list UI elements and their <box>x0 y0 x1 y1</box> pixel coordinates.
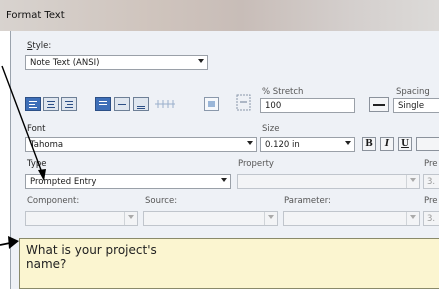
valign-top-button[interactable] <box>95 97 111 111</box>
size-value: 0.120 in <box>265 140 300 150</box>
justify-icon[interactable] <box>152 97 178 111</box>
component-dropdown[interactable] <box>25 211 138 226</box>
spacing-line-icon[interactable] <box>369 97 389 112</box>
font-label: Font <box>27 124 46 134</box>
italic-button[interactable]: I <box>380 137 394 151</box>
note-text-area[interactable]: What is your project's name? <box>19 238 439 289</box>
source-dropdown[interactable] <box>143 211 278 226</box>
precision-dropdown-2[interactable]: 3. <box>423 211 439 226</box>
chevron-down-icon <box>268 215 274 219</box>
stretch-input[interactable]: 100 <box>260 98 355 113</box>
style-value: Note Text (ANSI) <box>30 58 100 68</box>
source-label: Source: <box>145 196 178 206</box>
valign-bottom-button[interactable] <box>133 97 149 111</box>
style-dropdown[interactable]: Note Text (ANSI) <box>25 55 208 70</box>
component-label: Component: <box>27 196 80 206</box>
spacing-label: Spacing <box>396 87 430 97</box>
align-center-button[interactable] <box>43 97 59 111</box>
stretch-label: % Stretch <box>262 87 304 97</box>
window-title: Format Text <box>6 10 65 21</box>
size-dropdown[interactable]: 0.120 in <box>260 137 355 152</box>
parameter-dropdown[interactable] <box>283 211 420 226</box>
parameter-label: Parameter: <box>284 196 331 206</box>
spacing-value: Single <box>398 101 425 111</box>
type-value: Prompted Entry <box>30 177 97 187</box>
chevron-down-icon <box>410 215 416 219</box>
stretch-icon <box>235 93 253 113</box>
type-label: Type <box>27 159 47 169</box>
valign-middle-button[interactable] <box>114 97 130 111</box>
property-label: Property <box>238 159 274 169</box>
precision-label-2: Pre <box>424 196 438 206</box>
window-titlebar[interactable]: Format Text <box>0 0 439 31</box>
type-dropdown[interactable]: Prompted Entry <box>25 174 231 189</box>
chevron-down-icon <box>410 178 416 182</box>
style-label: Style: <box>27 41 52 51</box>
chevron-down-icon <box>345 141 351 145</box>
property-dropdown[interactable] <box>237 174 420 189</box>
callout-arrow-textarea <box>0 242 11 246</box>
align-right-button[interactable] <box>61 97 77 111</box>
size-label: Size <box>262 124 280 134</box>
chevron-down-icon <box>221 178 227 182</box>
chevron-down-icon <box>198 59 204 63</box>
precision-label: Pre <box>424 159 438 169</box>
underline-button[interactable]: U <box>398 137 412 151</box>
spacing-dropdown[interactable]: Single <box>393 98 439 113</box>
more-format-button[interactable] <box>416 137 439 151</box>
chevron-down-icon <box>247 141 253 145</box>
precision-dropdown[interactable]: 3. <box>423 174 439 189</box>
text-box-icon[interactable] <box>204 97 219 111</box>
prompt-text-line-2: name? <box>26 257 67 271</box>
prompt-text-line-1: What is your project's <box>26 243 157 257</box>
font-value: Tahoma <box>30 140 64 150</box>
chevron-down-icon <box>128 215 134 219</box>
bold-button[interactable]: B <box>362 137 376 151</box>
align-left-button[interactable] <box>25 97 41 111</box>
font-dropdown[interactable]: Tahoma <box>25 137 257 152</box>
